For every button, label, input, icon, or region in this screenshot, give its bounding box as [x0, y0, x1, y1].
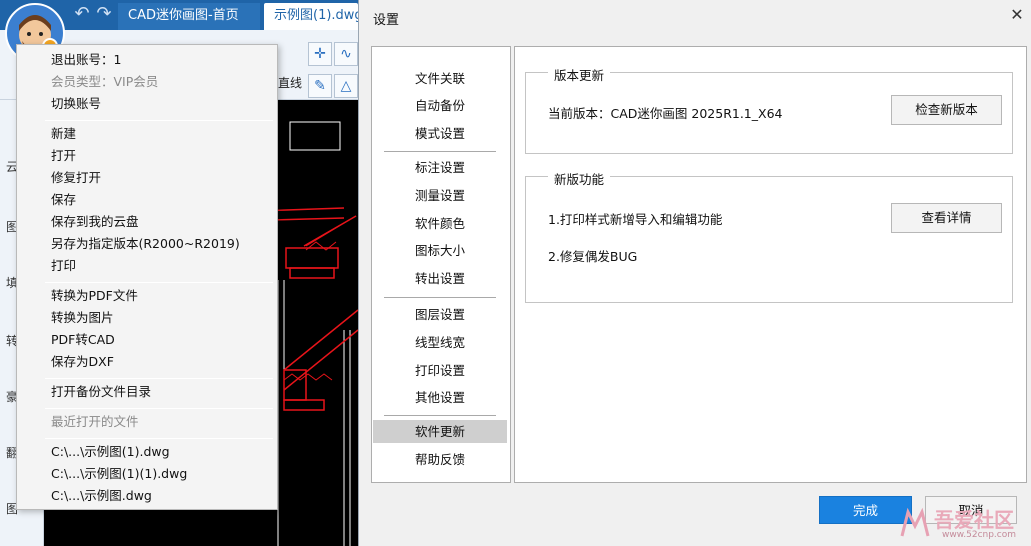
feature-item: 1.打印样式新增导入和编辑功能: [548, 212, 723, 227]
recent-file-item[interactable]: C:\...\示例图(1).dwg: [18, 441, 276, 463]
menu-item-save-cloud[interactable]: 保存到我的云盘: [18, 211, 276, 233]
tab-home[interactable]: CAD迷你画图-首页: [118, 3, 260, 30]
menu-item-open[interactable]: 打开: [18, 145, 276, 167]
close-icon[interactable]: ✕: [1007, 5, 1027, 25]
menu-separator: [45, 378, 273, 379]
nav-other-settings[interactable]: 其他设置: [373, 386, 507, 409]
watermark-logo-icon: [900, 507, 930, 537]
menu-item-to-pdf[interactable]: 转换为PDF文件: [18, 285, 276, 307]
menu-item-new[interactable]: 新建: [18, 123, 276, 145]
line-tool-label[interactable]: 直线: [278, 74, 302, 91]
menu-separator: [45, 408, 273, 409]
nav-software-update[interactable]: 软件更新: [373, 420, 507, 443]
nav-linetype-width[interactable]: 线型线宽: [373, 331, 507, 354]
back-arrow-icon[interactable]: ↶: [72, 4, 92, 24]
menu-item-save[interactable]: 保存: [18, 189, 276, 211]
recent-file-item[interactable]: C:\...\示例图(1)(1).dwg: [18, 463, 276, 485]
menu-item-member-type: 会员类型：VIP会员: [51, 74, 159, 89]
menu-item-print[interactable]: 打印: [18, 255, 276, 277]
menu-item-save-as-version[interactable]: 另存为指定版本(R2000~R2019): [18, 233, 276, 255]
nav-file-association[interactable]: 文件关联: [373, 67, 507, 90]
nav-separator: [384, 297, 496, 298]
pen-tool-icon[interactable]: ✎: [308, 74, 332, 98]
nav-mode-settings[interactable]: 模式设置: [373, 122, 507, 145]
nav-dimension-settings[interactable]: 标注设置: [373, 156, 507, 179]
watermark-url: www.52cnp.com: [942, 530, 1017, 540]
settings-content: 版本更新 当前版本：CAD迷你画图 2025R1.1_X64 检查新版本 新版功…: [514, 46, 1027, 483]
menu-separator: [45, 120, 273, 121]
current-version-text: 当前版本：CAD迷你画图 2025R1.1_X64: [548, 106, 783, 121]
settings-nav: 文件关联 自动备份 模式设置 标注设置 测量设置 软件颜色 图标大小 转出设置 …: [371, 46, 511, 483]
version-update-group: 版本更新 当前版本：CAD迷你画图 2025R1.1_X64 检查新版本: [525, 65, 1013, 154]
check-update-button[interactable]: 检查新版本: [891, 95, 1002, 125]
recent-file-item[interactable]: C:\...\示例图.dwg: [18, 485, 276, 507]
view-details-button[interactable]: 查看详情: [891, 203, 1002, 233]
nav-layer-settings[interactable]: 图层设置: [373, 303, 507, 326]
nav-separator: [384, 415, 496, 416]
menu-item-repair-open[interactable]: 修复打开: [18, 167, 276, 189]
site-watermark: 吾爱社区 www.52cnp.com: [898, 504, 1028, 544]
nav-export-settings[interactable]: 转出设置: [373, 267, 507, 290]
menu-item-open-backup-dir[interactable]: 打开备份文件目录: [18, 381, 276, 403]
tab-drawing[interactable]: 示例图(1).dwg: [264, 3, 358, 30]
version-group-title: 版本更新: [548, 65, 611, 84]
watermark-text: 吾爱社区: [934, 508, 1014, 532]
nav-software-color[interactable]: 软件颜色: [373, 212, 507, 235]
settings-dialog: 设置 ✕ 文件关联 自动备份 模式设置 标注设置 测量设置 软件颜色 图标大小 …: [358, 0, 1031, 546]
menu-separator: [45, 438, 273, 439]
feature-item: 2.修复偶发BUG: [548, 249, 638, 264]
triangle-tool-icon[interactable]: △: [334, 74, 358, 98]
nav-measure-settings[interactable]: 测量设置: [373, 184, 507, 207]
menu-item-to-image[interactable]: 转换为图片: [18, 307, 276, 329]
menu-separator: [45, 282, 273, 283]
node-tool-icon[interactable]: ✛: [308, 42, 332, 66]
new-features-group: 新版功能 1.打印样式新增导入和编辑功能 2.修复偶发BUG 查看详情: [525, 169, 1013, 303]
file-menu: 退出账号：1 会员类型：VIP会员 切换账号 新建 打开 修复打开 保存 保存到…: [16, 44, 278, 510]
menu-item-switch-account[interactable]: 切换账号: [18, 93, 276, 115]
nav-icon-size[interactable]: 图标大小: [373, 239, 507, 262]
nav-auto-backup[interactable]: 自动备份: [373, 94, 507, 117]
menu-item-logout[interactable]: 退出账号：1: [18, 49, 276, 71]
dialog-title: 设置: [373, 13, 400, 28]
curve-tool-icon[interactable]: ∿: [334, 42, 358, 66]
features-group-title: 新版功能: [548, 169, 611, 188]
nav-separator: [384, 151, 496, 152]
menu-item-pdf-to-cad[interactable]: PDF转CAD: [18, 329, 276, 351]
menu-item-save-dxf[interactable]: 保存为DXF: [18, 351, 276, 373]
nav-help-feedback[interactable]: 帮助反馈: [373, 448, 507, 471]
forward-arrow-icon[interactable]: ↷: [94, 4, 114, 24]
recent-files-header: 最近打开的文件: [51, 414, 139, 429]
nav-print-settings[interactable]: 打印设置: [373, 359, 507, 382]
